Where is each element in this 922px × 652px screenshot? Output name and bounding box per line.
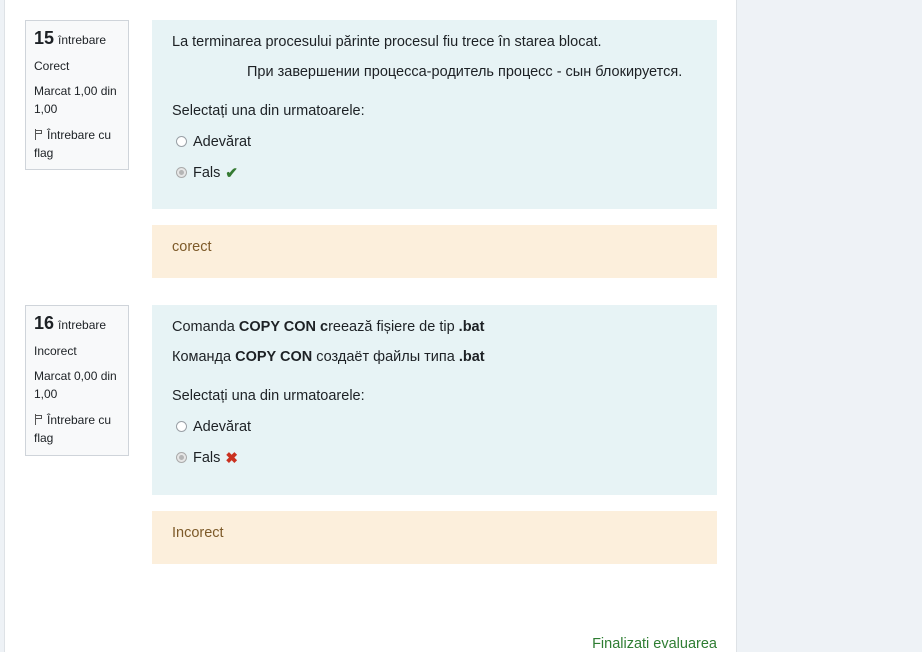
- question-text: Comanda COPY CON creează fișiere de tip …: [172, 319, 697, 365]
- question-state: Incorect: [34, 344, 77, 358]
- option-fals[interactable]: Fals ✖: [172, 442, 697, 473]
- radio-button[interactable]: [176, 421, 187, 432]
- question-number: 15 întrebare: [34, 28, 107, 48]
- question-16-feedback: Incorect: [152, 511, 717, 564]
- radio-button[interactable]: [176, 136, 187, 147]
- finish-review-link[interactable]: Finalizati evaluarea: [585, 636, 717, 652]
- question-15-content: La terminarea procesului părinte procesu…: [152, 20, 717, 209]
- answer-options: Adevărat Fals ✔: [172, 126, 697, 188]
- question-text-ro: Comanda COPY CON creează fișiere de tip …: [172, 319, 485, 335]
- question-grade: Marcat 0,00 din 1,00: [34, 369, 117, 401]
- question-text-ru: Команда COPY CON создаёт файлы типа .bat: [172, 349, 485, 365]
- option-adevarat[interactable]: Adevărat: [172, 411, 697, 442]
- quiz-review-main: 15 întrebare Corect Marcat 1,00 din 1,00 …: [4, 0, 737, 652]
- question-15-info: 15 întrebare Corect Marcat 1,00 din 1,00 …: [25, 20, 129, 170]
- question-text: La terminarea procesului părinte procesu…: [172, 34, 697, 80]
- incorrect-cross-icon: ✖: [225, 449, 238, 467]
- flag-question-link[interactable]: Întrebare cu flag: [34, 126, 120, 162]
- radio-button-checked[interactable]: [176, 167, 187, 178]
- flag-icon: [34, 129, 44, 140]
- correct-check-icon: ✔: [225, 164, 238, 182]
- answer-prompt: Selectați una din urmatoarele:: [172, 103, 365, 119]
- question-text-ro: La terminarea procesului părinte procesu…: [172, 34, 602, 50]
- answer-options: Adevărat Fals ✖: [172, 411, 697, 473]
- answer-prompt: Selectați una din urmatoarele:: [172, 388, 365, 404]
- question-text-ru: При завершении процесса-родитель процесс…: [247, 64, 683, 80]
- option-fals[interactable]: Fals ✔: [172, 157, 697, 188]
- question-state: Corect: [34, 59, 70, 73]
- flag-question-link[interactable]: Întrebare cu flag: [34, 411, 120, 447]
- question-16-content: Comanda COPY CON creează fișiere de tip …: [152, 305, 717, 495]
- right-panel: [737, 0, 922, 652]
- question-15-feedback: corect: [152, 225, 717, 278]
- question-grade: Marcat 1,00 din 1,00: [34, 84, 117, 116]
- question-16-info: 16 întrebare Incorect Marcat 0,00 din 1,0…: [25, 305, 129, 456]
- radio-button-checked[interactable]: [176, 452, 187, 463]
- flag-icon: [34, 414, 44, 425]
- option-adevarat[interactable]: Adevărat: [172, 126, 697, 157]
- page: 15 întrebare Corect Marcat 1,00 din 1,00 …: [0, 0, 922, 652]
- question-number: 16 întrebare: [34, 313, 107, 333]
